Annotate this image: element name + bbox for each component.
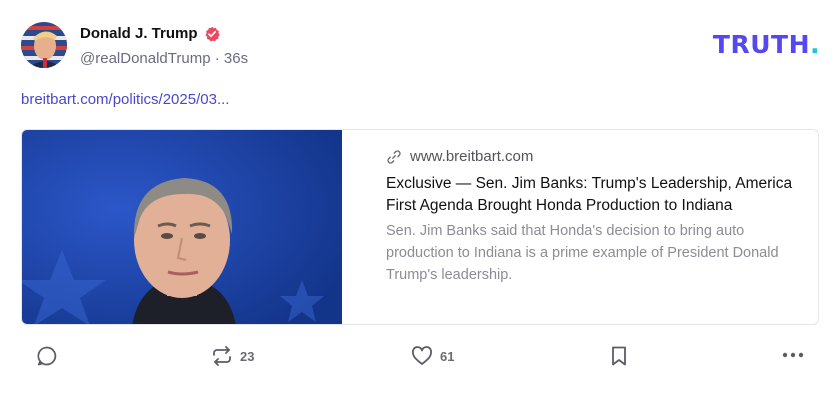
- bookmark-button[interactable]: [609, 345, 629, 367]
- link-icon: [387, 149, 401, 164]
- like-button[interactable]: 61: [411, 345, 454, 367]
- link-preview-image[interactable]: [22, 130, 342, 324]
- reply-icon: [37, 346, 57, 366]
- logo-dot: .: [810, 30, 820, 59]
- meta-separator: ·: [214, 50, 220, 67]
- logo-text: TRUTH: [712, 30, 810, 59]
- more-icon: [782, 352, 804, 358]
- verified-badge-icon: [205, 26, 220, 41]
- post-link[interactable]: breitbart.com/politics/2025/03...: [21, 91, 229, 108]
- avatar[interactable]: [21, 22, 67, 68]
- link-preview-card[interactable]: www.breitbart.com Exclusive — Sen. Jim B…: [21, 129, 819, 325]
- link-preview-domain: www.breitbart.com: [410, 148, 534, 165]
- author-name-row: Donald J. Trump: [80, 25, 220, 42]
- retruth-icon: [213, 346, 231, 366]
- link-preview-description: Sen. Jim Banks said that Honda's decisio…: [386, 223, 779, 283]
- like-count: 61: [440, 348, 455, 364]
- link-preview-body: www.breitbart.com Exclusive — Sen. Jim B…: [342, 130, 818, 324]
- retruth-button[interactable]: 23: [211, 345, 254, 367]
- retruth-count: 23: [240, 348, 255, 364]
- author-name[interactable]: Donald J. Trump: [80, 25, 198, 42]
- truth-social-logo[interactable]: TRUTH.: [713, 30, 820, 59]
- post-actions: 23 61: [0, 345, 840, 375]
- link-preview-domain-row: www.breitbart.com: [386, 148, 796, 165]
- author-meta: @realDonaldTrump · 36s: [80, 50, 248, 67]
- post-time[interactable]: 36s: [224, 50, 248, 67]
- reply-button[interactable]: [36, 345, 58, 367]
- link-preview-title[interactable]: Exclusive — Sen. Jim Banks: Trump's Lead…: [386, 173, 796, 216]
- author-handle[interactable]: @realDonaldTrump: [80, 50, 211, 67]
- more-options-button[interactable]: [781, 349, 805, 361]
- bookmark-icon: [612, 346, 626, 366]
- like-icon: [411, 346, 433, 365]
